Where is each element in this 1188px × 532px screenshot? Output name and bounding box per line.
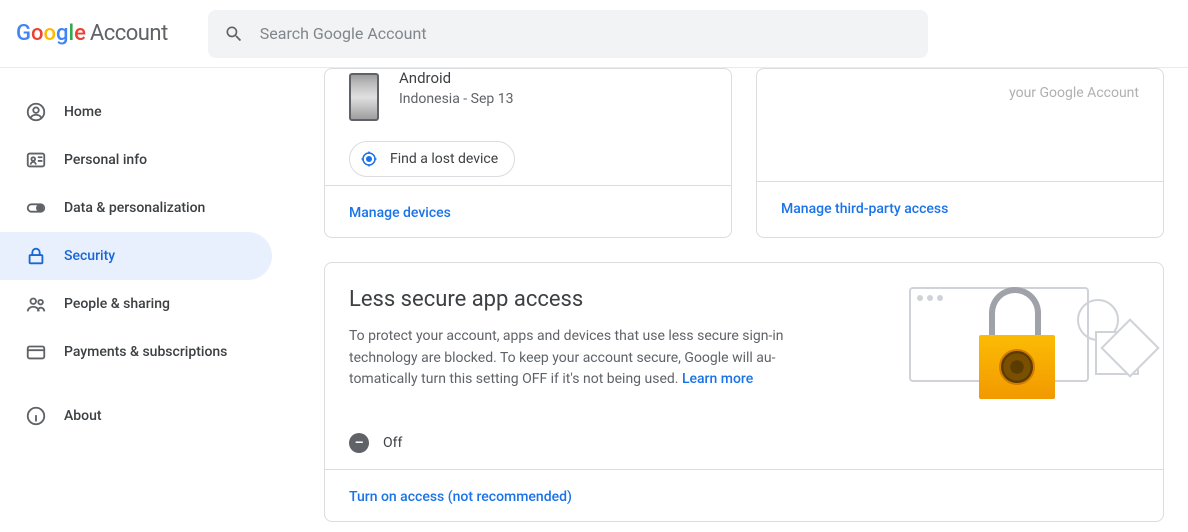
lsa-title: Less secure app access [349, 287, 855, 312]
lsa-description: To protect your account, apps and device… [349, 326, 809, 391]
sidebar-item-label: Security [64, 248, 115, 264]
third-party-text-fragment: your Google Account [1009, 85, 1139, 101]
sidebar-item-personal-info[interactable]: Personal info [0, 136, 272, 184]
devices-card: Android Indonesia - Sep 13 Find a lost d… [324, 68, 732, 238]
sidebar-item-label: People & sharing [64, 296, 170, 312]
sidebar-item-label: Data & personalization [64, 200, 205, 216]
sidebar-item-data-personalization[interactable]: Data & personalization [0, 184, 272, 232]
target-icon [358, 148, 380, 170]
sidebar-item-home[interactable]: Home [0, 88, 272, 136]
less-secure-app-card: Less secure app access To protect your a… [324, 262, 1164, 522]
sidebar-item-about[interactable]: About [0, 392, 272, 440]
card-footer: Manage devices [325, 185, 731, 237]
id-card-icon [24, 148, 48, 172]
device-row[interactable]: Android Indonesia - Sep 13 [325, 69, 731, 133]
off-status-icon: – [349, 433, 369, 453]
phone-icon [349, 73, 379, 121]
lsa-illustration [879, 287, 1139, 397]
search-icon [224, 24, 244, 44]
search-box[interactable] [208, 10, 928, 58]
search-input[interactable] [260, 24, 912, 43]
device-name: Android [399, 69, 513, 87]
lsa-status-text: Off [383, 435, 402, 451]
main-content: Android Indonesia - Sep 13 Find a lost d… [280, 68, 1188, 532]
turn-on-access-link[interactable]: Turn on access (not recommended) [349, 489, 572, 505]
third-party-card: your Google Account Manage third-party a… [756, 68, 1164, 238]
sidebar-item-label: Payments & subscriptions [64, 344, 227, 360]
sidebar-item-payments[interactable]: Payments & subscriptions [0, 328, 272, 376]
toggle-icon [24, 196, 48, 220]
find-device-chip[interactable]: Find a lost device [349, 141, 515, 177]
logo[interactable]: Google Account [16, 21, 168, 46]
lock-icon [24, 244, 48, 268]
sidebar-item-label: Personal info [64, 152, 147, 168]
chip-label: Find a lost device [390, 151, 498, 167]
sidebar-item-label: Home [64, 104, 102, 120]
third-party-body: your Google Account [757, 69, 1163, 181]
device-meta: Indonesia - Sep 13 [399, 91, 513, 107]
google-logo-icon: Google [16, 21, 86, 46]
card-footer: Manage third-party access [757, 181, 1163, 233]
home-icon [24, 100, 48, 124]
card-icon [24, 340, 48, 364]
lsa-status-row: – Off [325, 421, 1163, 469]
manage-third-party-link[interactable]: Manage third-party access [781, 201, 948, 217]
sidebar: Home Personal info Data & personalizatio… [0, 68, 280, 532]
manage-devices-link[interactable]: Manage devices [349, 205, 451, 221]
product-name: Account [90, 21, 168, 46]
learn-more-link[interactable]: Learn more [682, 371, 753, 387]
info-icon [24, 404, 48, 428]
sidebar-item-people-sharing[interactable]: People & sharing [0, 280, 272, 328]
sidebar-item-label: About [64, 408, 102, 424]
people-icon [24, 292, 48, 316]
sidebar-item-security[interactable]: Security [0, 232, 272, 280]
header: Google Account [0, 0, 1188, 68]
card-footer: Turn on access (not recommended) [325, 469, 1163, 521]
